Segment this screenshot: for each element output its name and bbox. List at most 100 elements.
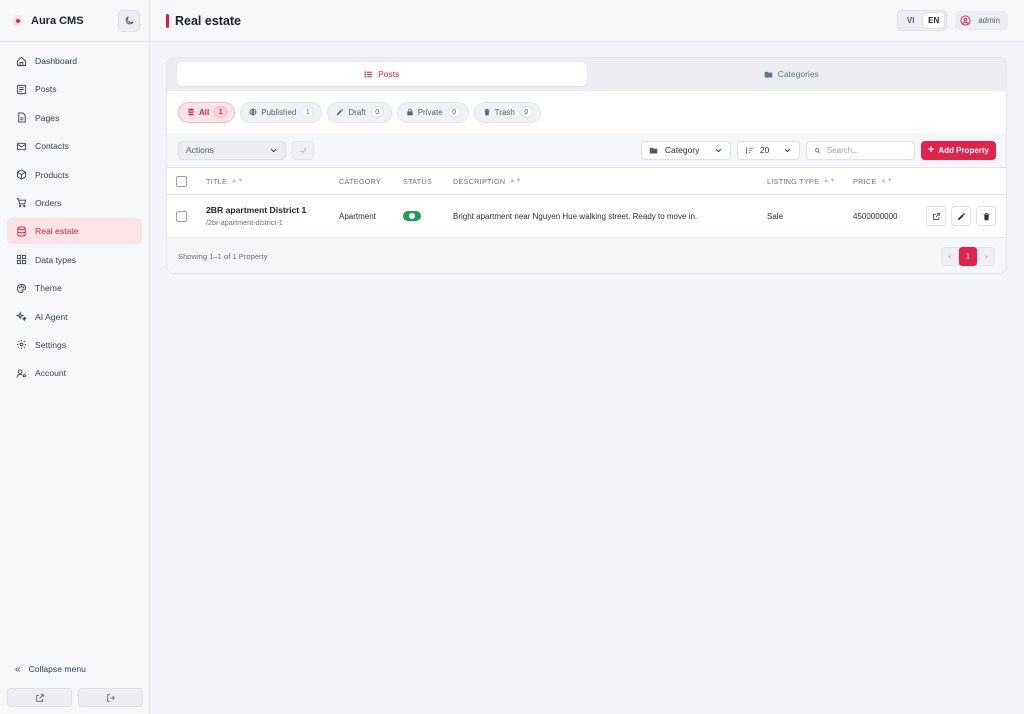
filter-all[interactable]: All 1 bbox=[178, 101, 236, 123]
status-toggle[interactable] bbox=[403, 211, 421, 221]
column-label: DESCRIPTION bbox=[453, 176, 506, 186]
view-site-button[interactable] bbox=[7, 688, 72, 707]
sidebar-item-ai-agent[interactable]: AI Agent bbox=[7, 304, 142, 330]
row-description: Bright apartment near Nguyen Hue walking… bbox=[453, 211, 698, 221]
tab-posts[interactable]: Posts bbox=[177, 62, 587, 86]
sidebar-item-label: Pages bbox=[35, 112, 60, 123]
status-cell bbox=[403, 211, 453, 221]
row-title[interactable]: 2BR apartment District 1 bbox=[206, 205, 306, 215]
column-label: CATEGORY bbox=[339, 176, 382, 186]
filter-count: 0 bbox=[447, 106, 461, 118]
sidebar-item-data-types[interactable]: Data types bbox=[7, 247, 142, 273]
category-filter-select[interactable]: Category bbox=[640, 140, 731, 160]
grid-icon bbox=[15, 253, 28, 266]
search-box bbox=[805, 140, 915, 160]
column-description[interactable]: DESCRIPTION ▲▼ bbox=[453, 177, 767, 186]
sidebar-item-label: Posts bbox=[35, 84, 57, 95]
view-button[interactable] bbox=[926, 206, 946, 226]
bulk-actions-select[interactable]: Actions bbox=[178, 140, 286, 160]
sort-icon: ▲▼ bbox=[823, 178, 836, 184]
sort-icon: ▲▼ bbox=[880, 178, 893, 184]
database-icon bbox=[187, 108, 195, 116]
per-page-value: 20 bbox=[759, 145, 770, 155]
filter-label: Draft bbox=[348, 107, 366, 117]
topbar: Real estate VI EN admin bbox=[150, 0, 1024, 42]
filter-label: Published bbox=[261, 107, 297, 117]
filter-trash[interactable]: Trash 0 bbox=[473, 101, 541, 123]
filter-published[interactable]: Published 1 bbox=[240, 101, 323, 123]
search-input[interactable] bbox=[826, 145, 907, 155]
filter-draft[interactable]: Draft 0 bbox=[327, 101, 392, 123]
page-title: Real estate bbox=[175, 13, 242, 28]
row-actions bbox=[926, 206, 1006, 226]
column-category: CATEGORY bbox=[339, 177, 403, 186]
column-listing-type[interactable]: LISTING TYPE ▲▼ bbox=[767, 177, 853, 186]
user-menu[interactable]: admin bbox=[955, 11, 1008, 30]
pencil-icon bbox=[957, 212, 965, 220]
sidebar-nav: Dashboard Posts Pages Contacts Products … bbox=[0, 42, 149, 395]
sidebar-item-label: Account bbox=[35, 368, 67, 379]
palette-icon bbox=[15, 282, 28, 295]
per-page-select[interactable]: 20 bbox=[736, 140, 800, 160]
row-category: Apartment bbox=[339, 211, 376, 221]
trash-icon bbox=[983, 212, 989, 220]
language-switcher: VI EN bbox=[897, 10, 948, 31]
language-en[interactable]: EN bbox=[922, 12, 946, 29]
pencil-icon bbox=[336, 108, 344, 116]
sidebar-item-pages[interactable]: Pages bbox=[7, 105, 142, 131]
add-property-label: Add Property bbox=[938, 145, 989, 155]
tab-label: Posts bbox=[378, 69, 400, 79]
filter-label: All bbox=[199, 107, 210, 117]
filter-private[interactable]: Private 0 bbox=[396, 101, 469, 123]
edit-button[interactable] bbox=[951, 206, 971, 226]
sidebar-item-label: Contacts bbox=[35, 141, 69, 152]
gear-icon bbox=[15, 338, 28, 351]
search-icon bbox=[814, 147, 820, 153]
prev-page-button[interactable]: ‹ bbox=[941, 246, 959, 266]
filter-count: 0 bbox=[519, 106, 533, 118]
sort-icon: ▲▼ bbox=[231, 178, 244, 184]
sidebar-item-label: Settings bbox=[35, 339, 67, 350]
sidebar-item-products[interactable]: Products bbox=[7, 162, 142, 188]
sidebar-item-account[interactable]: Account bbox=[7, 360, 142, 386]
category-filter-value: Category bbox=[664, 145, 700, 155]
row-listing-type: Sale bbox=[767, 211, 784, 221]
next-page-button[interactable]: › bbox=[977, 246, 995, 266]
title-accent bbox=[166, 13, 169, 28]
select-all-cell bbox=[167, 175, 206, 187]
column-price[interactable]: PRICE ▲▼ bbox=[853, 177, 926, 186]
table-toolbar: Actions Category 20 + Add Property bbox=[167, 133, 1006, 168]
collapse-menu-button[interactable]: « Collapse menu bbox=[7, 658, 143, 680]
box-icon bbox=[15, 168, 28, 181]
sidebar-item-real-estate[interactable]: Real estate bbox=[7, 218, 142, 245]
add-property-button[interactable]: + Add Property bbox=[920, 140, 996, 160]
external-link-icon bbox=[35, 693, 44, 702]
user-circle-icon bbox=[960, 15, 971, 26]
column-status: STATUS bbox=[403, 177, 453, 186]
logout-button[interactable] bbox=[78, 688, 143, 707]
double-chevron-left-icon: « bbox=[15, 663, 21, 675]
filter-label: Private bbox=[417, 107, 443, 117]
posts-icon bbox=[15, 83, 28, 96]
mail-icon bbox=[15, 140, 28, 153]
page-button-current[interactable]: 1 bbox=[959, 246, 977, 266]
tab-categories[interactable]: Categories bbox=[587, 62, 997, 86]
row-select-cell bbox=[167, 210, 206, 222]
theme-toggle-button[interactable] bbox=[118, 9, 140, 32]
delete-button[interactable] bbox=[976, 206, 996, 226]
chevron-down-icon bbox=[714, 146, 723, 155]
sidebar-item-dashboard[interactable]: Dashboard bbox=[7, 48, 142, 74]
sidebar-item-label: Data types bbox=[35, 254, 77, 265]
select-all-checkbox[interactable] bbox=[176, 175, 187, 187]
sidebar-item-settings[interactable]: Settings bbox=[7, 332, 142, 358]
logout-icon bbox=[106, 693, 115, 702]
language-vi[interactable]: VI bbox=[899, 12, 922, 29]
row-checkbox[interactable] bbox=[176, 210, 187, 222]
row-slug: /2br-apartment-district-1 bbox=[206, 218, 283, 227]
sidebar-item-theme[interactable]: Theme bbox=[7, 275, 142, 301]
sidebar-item-orders[interactable]: Orders bbox=[7, 190, 142, 216]
sidebar-item-posts[interactable]: Posts bbox=[7, 76, 142, 102]
sidebar-item-contacts[interactable]: Contacts bbox=[7, 133, 142, 159]
apply-action-button[interactable] bbox=[292, 140, 314, 160]
column-title[interactable]: TITLE ▲▼ bbox=[206, 177, 339, 186]
